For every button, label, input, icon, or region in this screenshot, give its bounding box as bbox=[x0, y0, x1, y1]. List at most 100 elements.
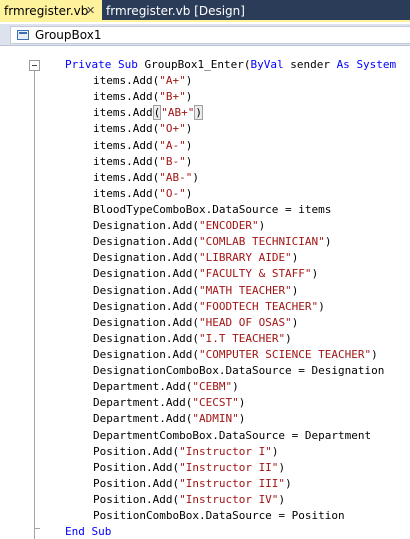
code-line[interactable]: Department.Add("CECST") bbox=[0, 395, 410, 411]
code-token: Department.Add( bbox=[93, 412, 193, 426]
code-line[interactable]: items.Add("AB+") bbox=[0, 105, 410, 121]
code-token: Position.Add( bbox=[93, 492, 180, 506]
code-line[interactable]: Designation.Add("LIBRARY AIDE") bbox=[0, 250, 410, 266]
string-token: "COMLAB TECHNICIAN" bbox=[198, 235, 325, 249]
code-line[interactable]: items.Add("O-") bbox=[0, 186, 410, 202]
code-line[interactable]: items.Add("O+") bbox=[0, 121, 410, 137]
string-token: "COMPUTER SCIENCE TEACHER" bbox=[198, 347, 372, 361]
member-dropdown-label: GroupBox1 bbox=[35, 28, 102, 42]
code-token: Designation.Add( bbox=[93, 235, 199, 249]
code-token: Designation.Add( bbox=[93, 267, 199, 281]
code-token: ) bbox=[324, 235, 332, 249]
string-token: "CEBM" bbox=[192, 380, 233, 394]
string-token: "A-" bbox=[159, 138, 186, 152]
string-token: "AB-" bbox=[159, 170, 193, 184]
code-line[interactable]: Position.Add("Instructor IV") bbox=[0, 492, 410, 508]
code-token: Designation.Add( bbox=[93, 283, 199, 297]
keyword-token: As bbox=[336, 58, 350, 71]
navigation-bar: GroupBox1 bbox=[0, 24, 410, 46]
code-line[interactable]: items.Add("AB-") bbox=[0, 170, 410, 186]
code-line[interactable]: Designation.Add("COMLAB TECHNICIAN") bbox=[0, 234, 410, 250]
code-line[interactable]: items.Add("A+") bbox=[0, 73, 410, 89]
keyword-token: Sub bbox=[91, 525, 112, 539]
code-token: ) bbox=[291, 251, 299, 265]
code-token: sender bbox=[283, 58, 337, 71]
code-line[interactable]: Position.Add("Instructor III") bbox=[0, 476, 410, 492]
keyword-token: Sub bbox=[117, 58, 138, 71]
code-line[interactable]: Department.Add("CEBM") bbox=[0, 379, 410, 395]
string-token: "Instructor I" bbox=[179, 444, 272, 458]
code-token: ) bbox=[285, 476, 292, 490]
string-token: "B+" bbox=[159, 90, 186, 104]
code-line[interactable]: DepartmentComboBox.DataSource = Departme… bbox=[0, 428, 410, 444]
code-token: items.Add( bbox=[93, 138, 160, 152]
string-token: "MATH TEACHER" bbox=[198, 283, 292, 297]
code-line[interactable]: DesignationComboBox.DataSource = Designa… bbox=[0, 363, 410, 379]
code-token: Position.Add( bbox=[93, 444, 180, 458]
code-line[interactable]: Designation.Add("FOODTECH TEACHER") bbox=[0, 299, 410, 315]
code-token: DepartmentComboBox.DataSource = Departme… bbox=[93, 428, 372, 442]
string-token: "Instructor II" bbox=[179, 460, 279, 474]
code-line[interactable]: items.Add("A-") bbox=[0, 138, 410, 154]
string-token: "CECST" bbox=[192, 396, 239, 410]
code-line[interactable]: Designation.Add("I.T TEACHER") bbox=[0, 331, 410, 347]
code-token: Designation.Add( bbox=[93, 331, 199, 345]
string-token: "Instructor III" bbox=[179, 476, 286, 490]
code-line[interactable]: Position.Add("Instructor II") bbox=[0, 460, 410, 476]
member-dropdown[interactable]: GroupBox1 bbox=[10, 26, 410, 44]
code-line[interactable]: End Sub bbox=[0, 524, 410, 539]
code-token: ) bbox=[185, 122, 193, 136]
code-token: Designation.Add( bbox=[93, 347, 199, 361]
code-line[interactable]: Designation.Add("ENCODER") bbox=[0, 218, 410, 234]
code-token: ) bbox=[192, 170, 199, 184]
code-token: items.Add( bbox=[93, 90, 160, 104]
code-token: Department.Add( bbox=[93, 396, 193, 410]
close-icon[interactable]: ✕ bbox=[86, 0, 95, 22]
code-line[interactable]: BloodTypeComboBox.DataSource = items bbox=[0, 202, 410, 218]
tab-frmregister-vb[interactable]: frmregister.vb ✕ bbox=[0, 0, 102, 22]
code-editor[interactable]: Private Sub GroupBox1_Enter(ByVal sender… bbox=[0, 47, 410, 539]
code-line[interactable]: items.Add("B+") bbox=[0, 89, 410, 105]
string-token: "Instructor IV" bbox=[179, 492, 279, 506]
code-token: ) bbox=[232, 380, 239, 394]
code-token: Designation.Add( bbox=[93, 251, 199, 265]
code-token: ) bbox=[291, 315, 299, 329]
code-token: items.Add( bbox=[93, 74, 160, 88]
string-token: "B-" bbox=[159, 154, 186, 168]
code-token: ) bbox=[185, 90, 193, 104]
code-line[interactable]: PositionComboBox.DataSource = Position bbox=[0, 508, 410, 524]
code-line[interactable]: items.Add("B-") bbox=[0, 154, 410, 170]
keyword-token: ByVal bbox=[250, 58, 284, 71]
string-token: "O+" bbox=[159, 122, 186, 136]
code-token: items.Add( bbox=[93, 154, 160, 168]
brace-highlight: ) bbox=[194, 105, 203, 121]
code-token: ) bbox=[185, 138, 193, 152]
string-token: "ENCODER" bbox=[198, 219, 259, 233]
code-token: ) bbox=[311, 267, 319, 281]
string-token: "AB+" bbox=[161, 106, 195, 120]
code-token: ) bbox=[185, 154, 193, 168]
code-token: items.Add( bbox=[93, 186, 160, 200]
tab-label: frmregister.vb [Design] bbox=[106, 4, 245, 18]
code-token: ) bbox=[278, 460, 286, 474]
code-line[interactable]: Designation.Add("MATH TEACHER") bbox=[0, 283, 410, 299]
code-token: Designation.Add( bbox=[93, 299, 199, 313]
code-line[interactable]: Position.Add("Instructor I") bbox=[0, 444, 410, 460]
tab-frmregister-design[interactable]: frmregister.vb [Design] bbox=[104, 0, 245, 22]
groupbox-icon bbox=[17, 30, 29, 40]
string-token: "ADMIN" bbox=[192, 412, 239, 426]
code-token: ) bbox=[258, 219, 266, 233]
code-line[interactable]: Designation.Add("HEAD OF OSAS") bbox=[0, 315, 410, 331]
code-token: BloodTypeComboBox.DataSource = items bbox=[93, 202, 332, 216]
code-line[interactable]: Designation.Add("COMPUTER SCIENCE TEACHE… bbox=[0, 347, 410, 363]
code-line[interactable]: Designation.Add("FACULTY & STAFF") bbox=[0, 266, 410, 282]
string-token: "HEAD OF OSAS" bbox=[198, 315, 292, 329]
string-token: "FACULTY & STAFF" bbox=[198, 267, 312, 281]
code-text[interactable]: Private Sub GroupBox1_Enter(ByVal sender… bbox=[0, 57, 410, 539]
code-line[interactable]: Private Sub GroupBox1_Enter(ByVal sender… bbox=[0, 57, 410, 73]
code-token: ) bbox=[238, 412, 246, 426]
code-token: Designation.Add( bbox=[93, 219, 199, 233]
code-line[interactable]: Department.Add("ADMIN") bbox=[0, 411, 410, 427]
code-token: GroupBox1_Enter( bbox=[137, 58, 251, 71]
